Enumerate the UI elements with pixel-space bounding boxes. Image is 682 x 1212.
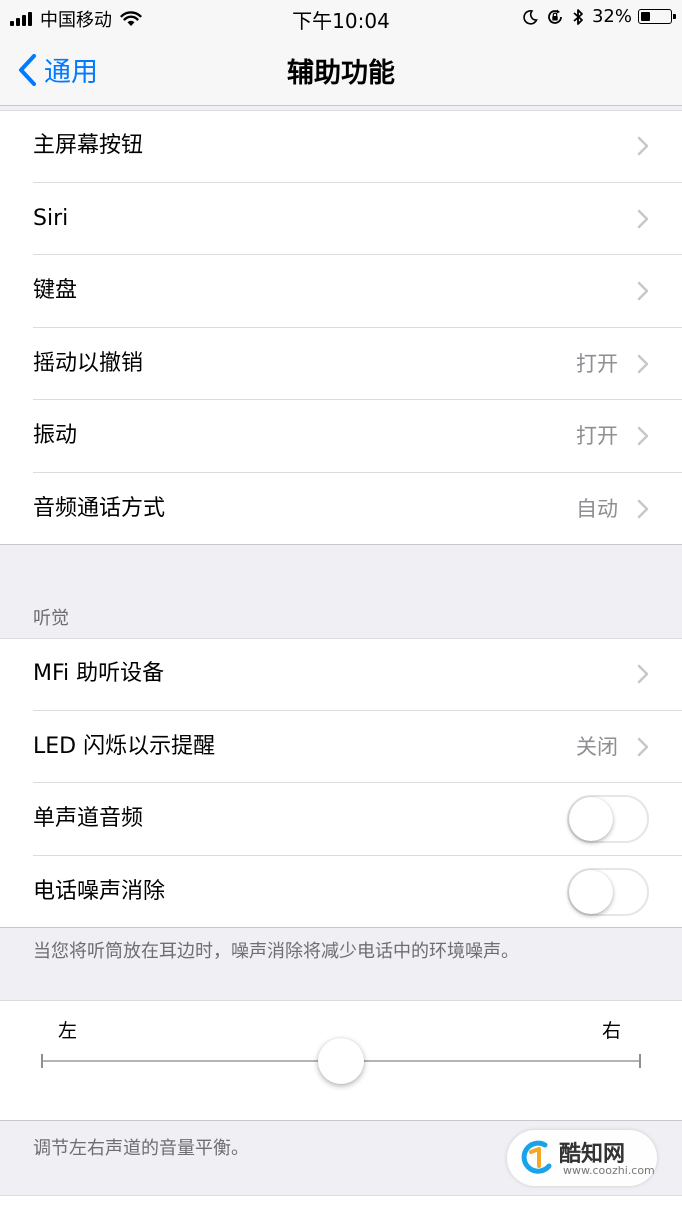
watermark-logo: 酷知网 www.coozhi.com: [507, 1130, 657, 1186]
battery-percent: 32%: [591, 6, 632, 27]
noise-cancellation-toggle[interactable]: [567, 867, 649, 916]
setting-label: Siri: [33, 205, 69, 231]
rotation-lock-icon: [548, 9, 562, 24]
chevron-right-icon: [637, 209, 649, 228]
setting-row-led-flash-alerts[interactable]: LED 闪烁以示提醒 关闭: [0, 711, 682, 783]
chevron-right-icon: [637, 426, 649, 446]
section-header-hearing: 听觉: [33, 608, 69, 629]
bluetooth-icon: [573, 8, 583, 25]
settings-group-next: [0, 1195, 682, 1212]
balance-right-label: 右: [601, 1020, 621, 1042]
status-right: 32%: [522, 6, 676, 27]
setting-label: 主屏幕按钮: [33, 133, 144, 158]
setting-row-call-audio-routing[interactable]: 音频通话方式 自动: [0, 473, 682, 546]
coozhi-logo-icon: [521, 1140, 552, 1174]
setting-label: 电话噪声消除: [33, 878, 166, 904]
balance-slider-thumb[interactable]: [318, 1038, 364, 1084]
setting-value: 关闭: [576, 734, 618, 759]
setting-value: 打开: [576, 424, 618, 448]
balance-tick-left: [41, 1054, 43, 1068]
mono-audio-toggle[interactable]: [567, 795, 649, 843]
chevron-right-icon: [637, 281, 649, 301]
setting-row-mfi-hearing-devices[interactable]: MFi 助听设备: [0, 638, 682, 711]
chevron-right-icon: [637, 354, 649, 373]
navigation-bar: 通用 辅助功能: [0, 36, 682, 106]
setting-row-siri[interactable]: Siri: [0, 183, 682, 255]
toggle-knob: [569, 869, 613, 914]
settings-group-general: 主屏幕按钮 Siri 键盘 摇动以撤销 打开 振动 打开 音频通话方式 自动: [0, 110, 682, 545]
setting-row-mono-audio: 单声道音频: [0, 783, 682, 856]
setting-label: 单声道音频: [33, 806, 144, 831]
status-bar: 中国移动 下午10:04 32%: [0, 0, 682, 36]
chevron-right-icon: [637, 136, 649, 156]
chevron-right-icon: [637, 737, 649, 756]
balance-description: 调节左右声道的音量平衡。: [33, 1138, 249, 1159]
setting-label: 音频通话方式: [33, 495, 166, 521]
setting-label: 振动: [33, 423, 78, 448]
chevron-right-icon: [637, 499, 649, 518]
setting-value: 自动: [576, 496, 618, 521]
toggle-knob: [569, 797, 613, 841]
setting-row-vibration[interactable]: 振动 打开: [0, 400, 682, 473]
battery-icon: [638, 9, 676, 24]
setting-label: 键盘: [33, 278, 78, 303]
setting-row-shake-to-undo[interactable]: 摇动以撤销 打开: [0, 328, 682, 400]
balance-tick-right: [639, 1054, 641, 1068]
settings-group-hearing: MFi 助听设备 LED 闪烁以示提醒 关闭 单声道音频 电话噪声消除: [0, 638, 682, 928]
setting-row-phone-noise-cancellation: 电话噪声消除: [0, 856, 682, 929]
setting-row-keyboard[interactable]: 键盘: [0, 255, 682, 328]
moon-icon: [523, 9, 538, 25]
balance-left-label: 左: [58, 1020, 78, 1042]
watermark-url: www.coozhi.com: [563, 1164, 655, 1177]
setting-label: LED 闪烁以示提醒: [33, 733, 216, 759]
setting-row-home-button[interactable]: 主屏幕按钮: [0, 110, 682, 183]
setting-label: MFi 助听设备: [33, 661, 165, 686]
setting-label: 摇动以撤销: [33, 350, 144, 376]
page-title: 辅助功能: [287, 58, 395, 89]
chevron-right-icon: [637, 664, 649, 684]
noise-cancellation-description: 当您将听筒放在耳边时，噪声消除将减少电话中的环境噪声。: [33, 941, 519, 962]
setting-value: 打开: [576, 351, 618, 376]
balance-slider-group: 左 右: [0, 1000, 682, 1121]
